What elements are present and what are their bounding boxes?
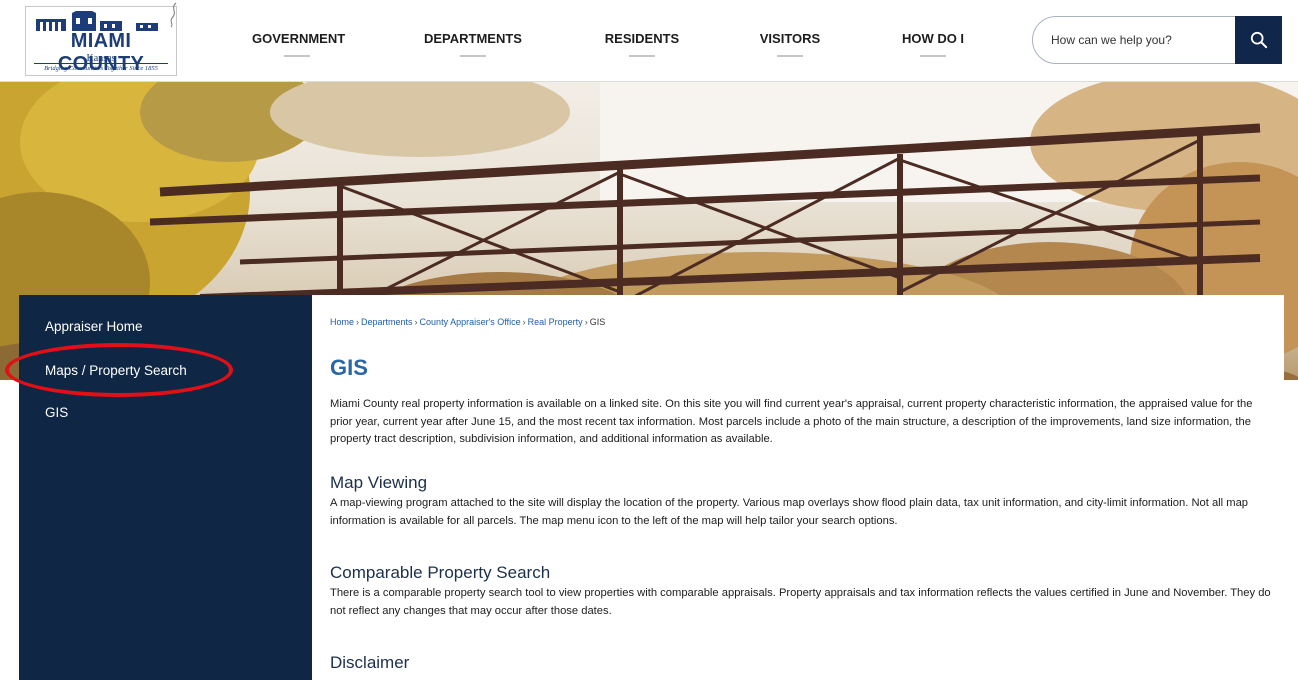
nav-government-label: GOVERNMENT (252, 31, 346, 46)
nav-underline (460, 55, 486, 57)
nav-underline (920, 55, 946, 57)
sidebar-item-appraiser-home[interactable]: Appraiser Home (45, 319, 143, 334)
breadcrumb-separator: › (584, 317, 588, 327)
highlight-oval (5, 343, 233, 397)
breadcrumb-separator: › (414, 317, 418, 327)
courthouse-skyline-icon (36, 11, 158, 31)
nav-residents[interactable]: RESIDENTS (604, 31, 680, 65)
breadcrumb-real-property[interactable]: Real Property (528, 317, 583, 327)
search-icon (1250, 31, 1267, 49)
county-logo[interactable]: MIAMI COUNTY Kansas Bridging Communities… (25, 6, 177, 76)
intro-paragraph: Miami County real property information i… (330, 398, 1253, 445)
section-heading-map-viewing: Map Viewing (330, 473, 428, 492)
section-heading-disclaimer: Disclaimer (330, 653, 410, 672)
nav-underline (629, 55, 655, 57)
nav-how-do-i[interactable]: HOW DO I (900, 31, 966, 65)
nav-visitors[interactable]: VISITORS (759, 31, 821, 65)
breadcrumb: Home › Departments › County Appraiser's Offi… (330, 317, 605, 327)
page-title: GIS (330, 355, 368, 380)
nav-underline (284, 55, 310, 57)
breadcrumb-departments[interactable]: Departments (361, 317, 413, 327)
section-body-comparable-search: There is a comparable property search to… (330, 587, 1271, 617)
nav-how-do-i-label: HOW DO I (901, 31, 965, 46)
nav-visitors-label: VISITORS (759, 31, 821, 46)
search-button[interactable] (1235, 16, 1282, 64)
nav-underline (777, 55, 803, 57)
logo-rule (34, 63, 168, 64)
breadcrumb-county-appraiser[interactable]: County Appraiser's Office (420, 317, 521, 327)
logo-tagline: Bridging Communities Together Since 1855 (44, 65, 158, 72)
section-body-map-viewing: A map-viewing program attached to the si… (330, 497, 1249, 527)
breadcrumb-current: GIS (589, 317, 606, 327)
breadcrumb-separator: › (356, 317, 360, 327)
sidebar-item-gis[interactable]: GIS (45, 405, 68, 420)
search-input[interactable] (1051, 29, 1231, 51)
nav-departments-label: DEPARTMENTS (424, 31, 522, 46)
section-heading-comparable-search: Comparable Property Search (330, 563, 551, 582)
site-header: MIAMI COUNTY Kansas Bridging Communities… (0, 0, 1298, 82)
nav-government[interactable]: GOVERNMENT (252, 31, 346, 65)
breadcrumb-home[interactable]: Home (330, 317, 354, 327)
nav-departments[interactable]: DEPARTMENTS (423, 31, 523, 65)
breadcrumb-separator: › (522, 317, 526, 327)
nav-residents-label: RESIDENTS (604, 31, 680, 46)
main-content: Home › Departments › County Appraiser's Offi… (312, 295, 1284, 680)
logo-decoration-icon (170, 2, 177, 28)
